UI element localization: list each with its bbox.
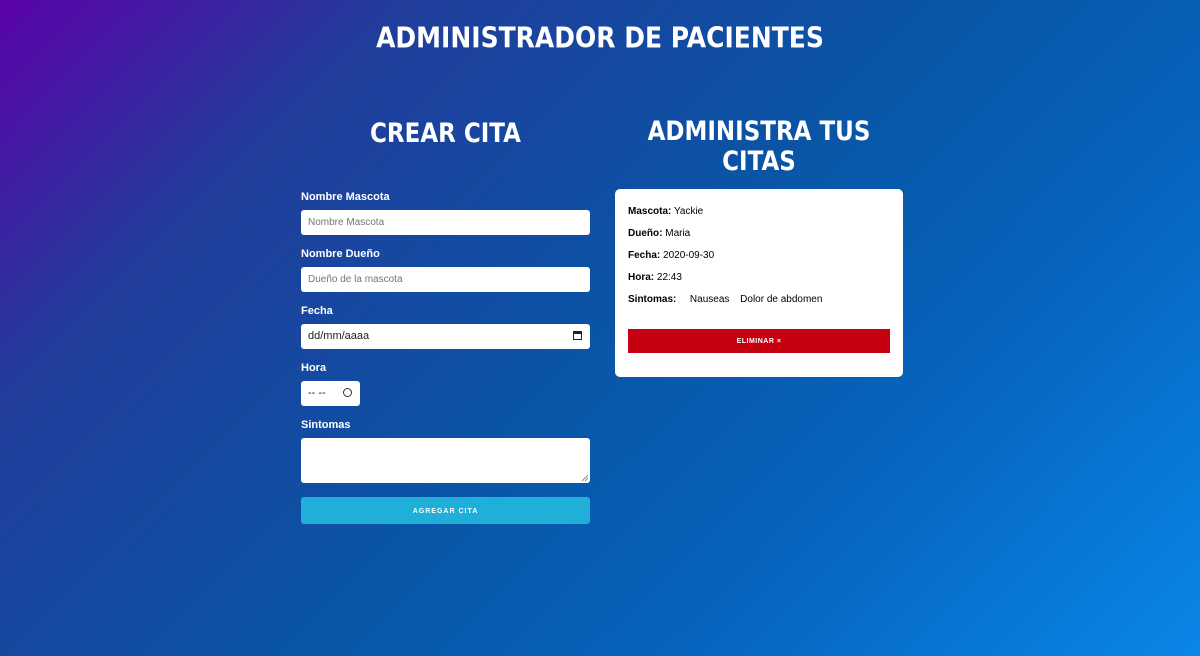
symptoms-label: Sintomas [301, 419, 351, 431]
date-input-value: dd/mm/aaaa [308, 330, 370, 342]
resize-grip-icon[interactable] [582, 475, 588, 481]
time-field-label: Hora: [628, 272, 655, 283]
date-group: Fecha dd/mm/aaaa [301, 304, 590, 349]
appointment-date-row: Fecha: 2020-09-30 [628, 249, 714, 262]
time-value: 22:43 [656, 272, 682, 283]
date-value: 2020-09-30 [663, 250, 715, 261]
create-appointment-heading: CREAR CITA [370, 119, 521, 149]
symptom-item: Nauseas [689, 294, 730, 305]
pet-value: Yackie [673, 206, 704, 217]
time-input-value: -- -- [308, 387, 326, 399]
appointment-pet-row: Mascota: Yackie [628, 205, 703, 218]
date-field-label: Fecha: [628, 250, 661, 261]
pet-name-input[interactable]: Nombre Mascota [301, 210, 590, 235]
symptom-item: Dolor de abdomen [740, 294, 823, 305]
appointment-time-row: Hora: 22:43 [628, 271, 682, 284]
owner-name-label: Nombre Dueño [301, 248, 380, 260]
date-label: Fecha [301, 305, 333, 317]
manage-appointments-heading: ADMINISTRA TUS CITAS [647, 117, 871, 177]
date-input[interactable]: dd/mm/aaaa [301, 324, 590, 349]
appointment-owner-row: Dueño: Maria [628, 227, 690, 240]
time-label: Hora [301, 362, 327, 374]
symptoms-group: Sintomas [301, 418, 590, 483]
pet-field-label: Mascota: [628, 206, 672, 217]
add-appointment-button[interactable]: AGREGAR CITA [301, 497, 590, 524]
delete-appointment-button[interactable]: ELIMINAR × [628, 329, 890, 353]
pet-name-group: Nombre Mascota Nombre Mascota [301, 190, 590, 235]
calendar-icon[interactable] [573, 331, 582, 340]
symptoms-field-label: Sintomas: [628, 294, 677, 305]
owner-value: Maria [665, 228, 691, 239]
page-title: ADMINISTRADOR DE PACIENTES [376, 20, 824, 55]
symptoms-textarea[interactable] [301, 438, 590, 483]
time-group: Hora -- -- [301, 361, 360, 406]
owner-name-input[interactable]: Dueño de la mascota [301, 267, 590, 292]
time-input[interactable]: -- -- [301, 381, 360, 406]
clock-icon[interactable] [343, 388, 352, 397]
owner-field-label: Dueño: [628, 228, 663, 239]
appointment-card: Mascota: Yackie Dueño: Maria Fecha: 2020… [615, 189, 903, 377]
pet-name-label: Nombre Mascota [301, 191, 390, 203]
owner-name-group: Nombre Dueño Dueño de la mascota [301, 247, 590, 292]
appointment-symptoms-row: Sintomas: Nauseas Dolor de abdomen [628, 293, 830, 306]
